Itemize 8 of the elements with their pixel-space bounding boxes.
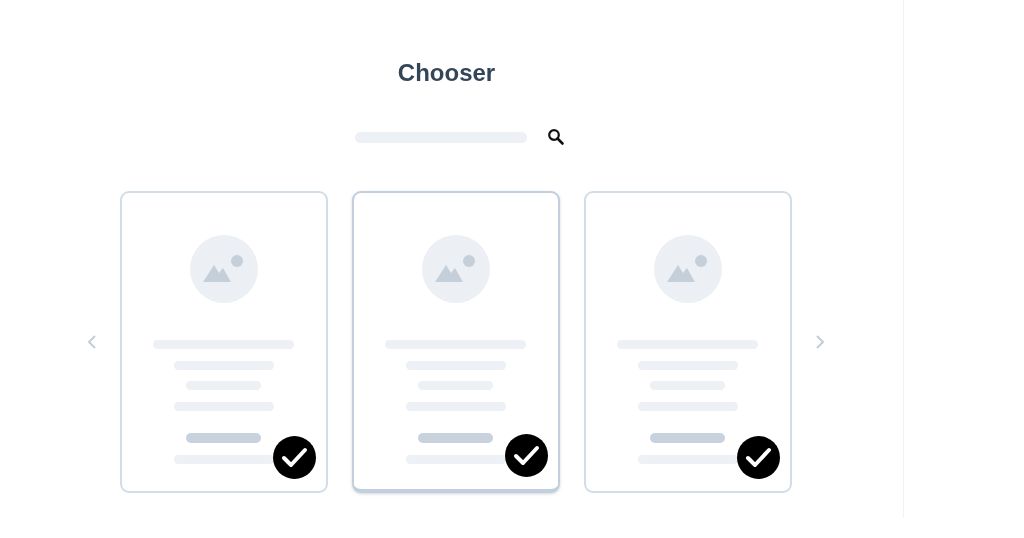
option-card[interactable] — [351, 191, 560, 493]
image-placeholder-icon — [653, 235, 722, 303]
option-card[interactable] — [583, 191, 792, 493]
option-card[interactable] — [119, 191, 328, 493]
page-title: Chooser — [397, 58, 496, 88]
image-placeholder-icon — [421, 235, 490, 303]
search-icon[interactable] — [546, 128, 565, 146]
image-placeholder-icon — [189, 235, 258, 303]
